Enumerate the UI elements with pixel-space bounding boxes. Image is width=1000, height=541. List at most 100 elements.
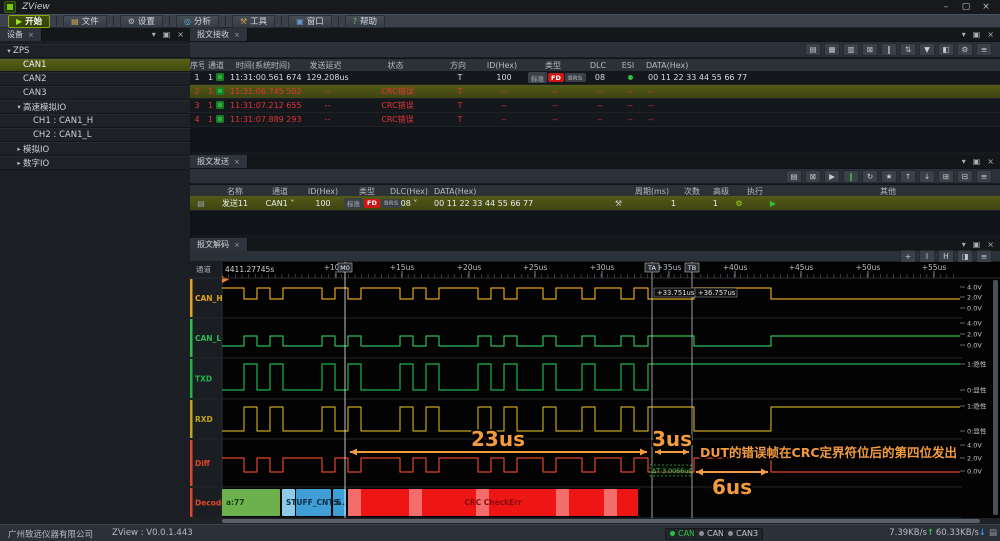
send-count[interactable]: 1: [713, 199, 718, 208]
frame-type-standard-badge: 标准: [528, 72, 547, 83]
tab-send[interactable]: 报文发送 ×: [190, 155, 248, 168]
pause-icon[interactable]: ‖: [881, 43, 897, 56]
move-down-icon[interactable]: ↓: [919, 170, 935, 183]
edit-data-wrench-icon[interactable]: ⚒: [615, 199, 628, 208]
menu-tools-button[interactable]: ⚒工具: [232, 15, 275, 28]
display-icon[interactable]: ◧: [938, 43, 954, 56]
send-data[interactable]: 00 11 22 33 44 55 66 77: [434, 199, 533, 208]
close-panel-icon[interactable]: ×: [987, 30, 994, 39]
dropdown-icon[interactable]: ▾: [962, 30, 966, 39]
tab-close-icon[interactable]: ×: [234, 241, 240, 249]
menu-icon[interactable]: ≡: [976, 43, 992, 56]
row-data: --: [648, 115, 654, 124]
close-panel-icon[interactable]: ×: [987, 240, 994, 249]
tab-device[interactable]: 设备 ×: [0, 28, 42, 41]
sidebar-item--io[interactable]: ▸模拟IO: [0, 142, 190, 156]
sidebar-item-ch1-can1-h[interactable]: CH1 : CAN1_H: [0, 114, 190, 128]
send-channel[interactable]: CAN1 ˅: [266, 199, 295, 208]
tab-send-label: 报文发送: [197, 156, 229, 167]
menu-window-button[interactable]: ▣窗口: [288, 15, 332, 28]
tab-decode[interactable]: 报文解码 ×: [190, 238, 248, 251]
save-icon[interactable]: ▤: [805, 43, 821, 56]
close-panel-icon[interactable]: ×: [987, 157, 994, 166]
menu-tools-icon: ⚒: [240, 17, 247, 26]
row-direction: T: [458, 73, 463, 82]
open-icon[interactable]: ▦: [824, 43, 840, 56]
cursor-add-icon[interactable]: +: [900, 250, 916, 263]
table-row[interactable]: 3111:31:07.212 655--CRC错误T----------: [190, 99, 1000, 113]
float-window-icon[interactable]: ▣: [163, 30, 171, 39]
dropdown-icon[interactable]: ▾: [962, 157, 966, 166]
expander-icon[interactable]: ▾: [15, 103, 23, 111]
sidebar-item--io[interactable]: ▸数字IO: [0, 156, 190, 170]
measure-vertical-icon[interactable]: I: [919, 250, 935, 263]
tab-close-icon[interactable]: ×: [234, 158, 240, 166]
menu-help-button[interactable]: ?帮助: [345, 15, 385, 28]
move-up-icon[interactable]: ↑: [900, 170, 916, 183]
hscrollbar-thumb[interactable]: [222, 519, 980, 523]
vscrollbar-thumb[interactable]: [993, 280, 998, 515]
menu-icon[interactable]: ≡: [976, 170, 992, 183]
add-icon[interactable]: ⊞: [938, 170, 954, 183]
table-row[interactable]: 4111:31:07.889 293--CRC错误T----------: [190, 113, 1000, 127]
send-id[interactable]: 100: [315, 199, 330, 208]
send-period[interactable]: 1: [671, 199, 676, 208]
waveform-view[interactable]: 通道4411.27745s+10us+15us+20us+25us+30us+3…: [190, 262, 1000, 524]
menu-icon[interactable]: ≡: [976, 250, 992, 263]
status-dot: [699, 531, 704, 536]
send-row[interactable]: ▤发送11CAN1 ˅100标准FDBRS08 ˅00 11 22 33 44 …: [190, 196, 1000, 211]
settings-icon[interactable]: ⚙: [957, 43, 973, 56]
status-channel-can3[interactable]: CAN3: [723, 528, 763, 540]
display-icon[interactable]: ◨: [957, 250, 973, 263]
dropdown-icon[interactable]: ▾: [152, 30, 156, 39]
advanced-gear-icon[interactable]: ⚙: [735, 199, 742, 208]
pause-all-icon[interactable]: ‖: [843, 170, 859, 183]
remove-icon[interactable]: ⊟: [957, 170, 973, 183]
duration-annotation: 6us: [712, 475, 752, 499]
sidebar-item-ch2-can1-l[interactable]: CH2 : CAN1_L: [0, 128, 190, 142]
close-panel-icon[interactable]: ×: [177, 30, 184, 39]
menu-settings-button[interactable]: ⚙设置: [120, 15, 163, 28]
minimize-button[interactable]: –: [938, 2, 954, 12]
sidebar-item--io[interactable]: ▾高速模拟IO: [0, 100, 190, 114]
sidebar-item-can2[interactable]: CAN2: [0, 72, 190, 86]
float-window-icon[interactable]: ▣: [973, 240, 981, 249]
favorite-icon[interactable]: ★: [881, 170, 897, 183]
expander-icon[interactable]: ▸: [15, 159, 23, 167]
column-header: 通道: [204, 60, 228, 71]
measure-horizontal-icon[interactable]: H: [938, 250, 954, 263]
send-dlc[interactable]: 08 ˅: [401, 199, 418, 208]
save-icon[interactable]: ▤: [786, 170, 802, 183]
sidebar-item-can3[interactable]: CAN3: [0, 86, 190, 100]
table-row[interactable]: 2111:31:06.745 502--CRC错误T----------: [190, 85, 1000, 99]
tab-close-icon[interactable]: ×: [234, 31, 240, 39]
filter-icon[interactable]: ▼: [919, 43, 935, 56]
menu-file-button[interactable]: ▤文件: [63, 15, 107, 28]
start-all-icon[interactable]: ▶: [824, 170, 840, 183]
menu-analysis-button[interactable]: ◎分析: [176, 15, 219, 28]
execute-play-icon[interactable]: ▶: [770, 199, 776, 208]
clear-icon[interactable]: ⊠: [805, 170, 821, 183]
expander-icon[interactable]: ▸: [15, 145, 23, 153]
cursor-flag-label: TB: [687, 264, 696, 272]
float-window-icon[interactable]: ▣: [973, 30, 981, 39]
tab-close-icon[interactable]: ×: [28, 31, 34, 39]
sidebar-item-zps[interactable]: ▾ZPS: [0, 44, 190, 58]
autoscroll-icon[interactable]: ⇅: [900, 43, 916, 56]
loop-icon[interactable]: ↻: [862, 170, 878, 183]
menu-start-label: 开始: [25, 15, 42, 27]
float-window-icon[interactable]: ▣: [973, 157, 981, 166]
export-icon[interactable]: ▥: [843, 43, 859, 56]
table-row[interactable]: 1111:31:00.561 674129.208usT100标准FDBRS08…: [190, 71, 1000, 85]
tab-receive-label: 报文接收: [197, 29, 229, 40]
tab-receive[interactable]: 报文接收 ×: [190, 28, 248, 41]
channel-status-icon: [216, 87, 224, 95]
sidebar-item-can1[interactable]: CAN1: [0, 58, 190, 72]
dropdown-icon[interactable]: ▾: [962, 240, 966, 249]
close-button[interactable]: ×: [978, 2, 994, 12]
row-data: 00 11 22 33 44 55 66 77: [648, 73, 747, 82]
maximize-button[interactable]: ▢: [958, 2, 974, 12]
expander-icon[interactable]: ▾: [5, 47, 13, 55]
clear-icon[interactable]: ⊠: [862, 43, 878, 56]
menu-start-button[interactable]: ▶开始: [8, 15, 50, 28]
